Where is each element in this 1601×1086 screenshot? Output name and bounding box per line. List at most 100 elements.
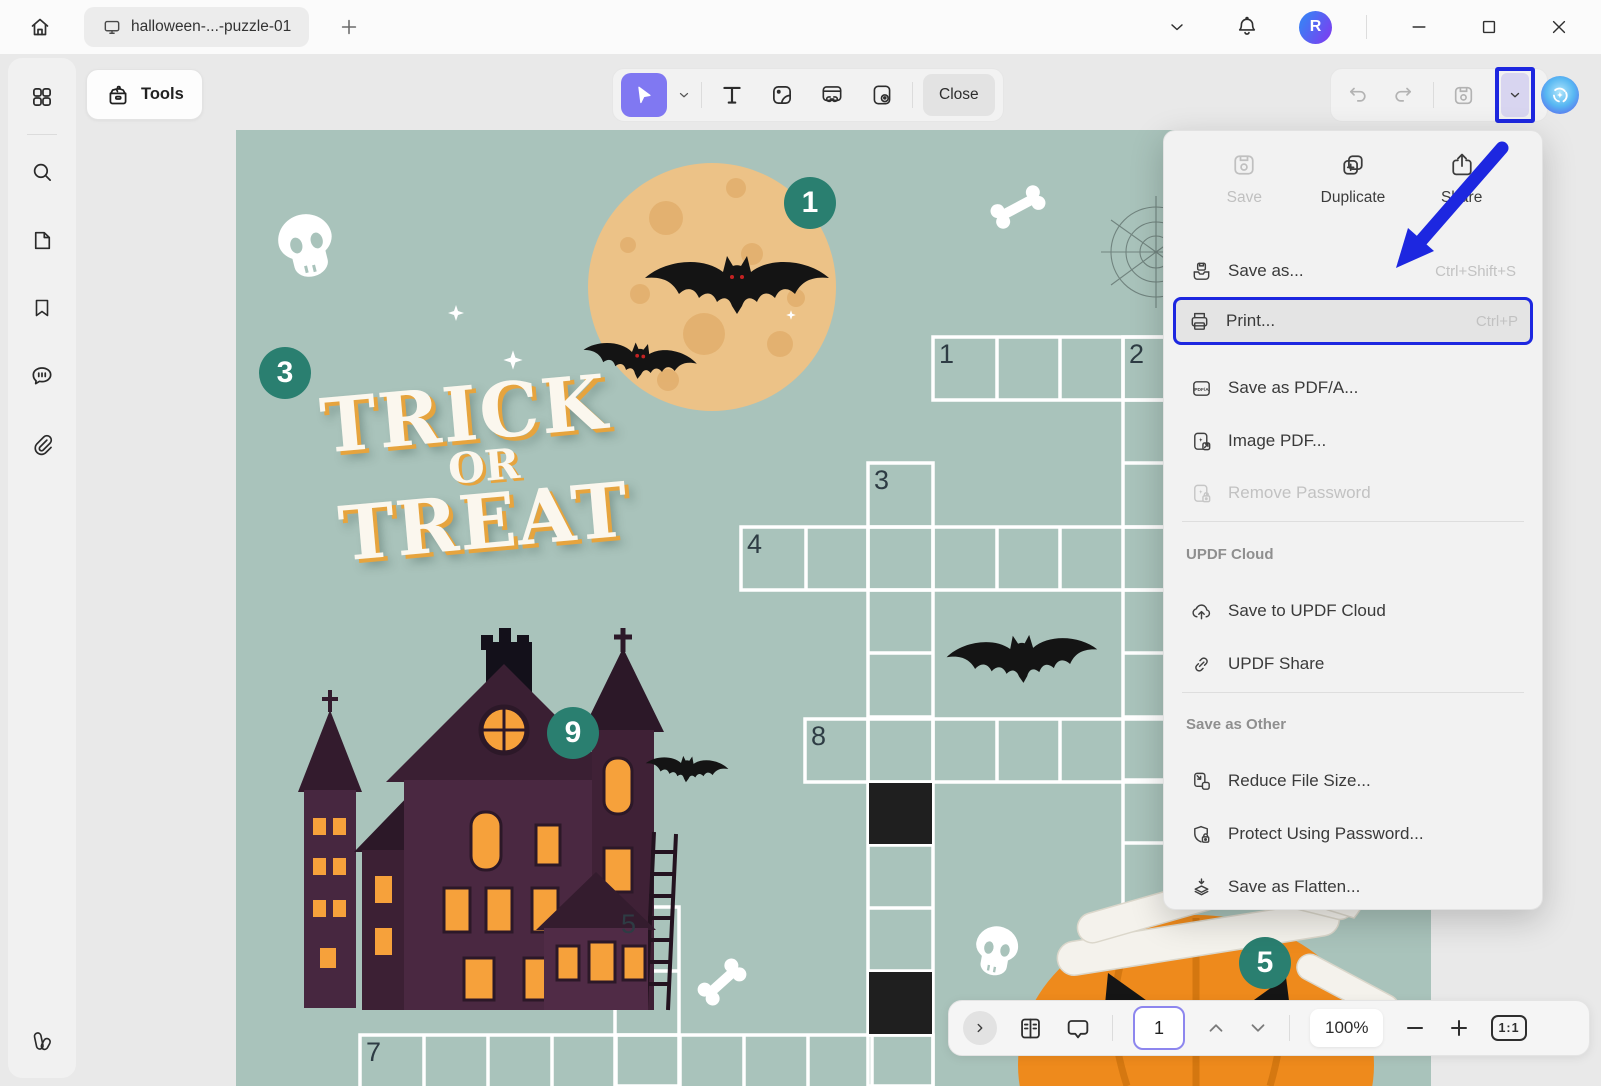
- menu-item-print[interactable]: Print... Ctrl+P: [1173, 297, 1533, 345]
- expand-statusbar-button[interactable]: [963, 1011, 997, 1045]
- save-as-icon: [1190, 260, 1213, 283]
- close-window-button[interactable]: [1541, 9, 1577, 45]
- page-thumbnails-button[interactable]: [1017, 1015, 1044, 1042]
- document-tab[interactable]: halloween-...-puzzle-01: [84, 7, 309, 47]
- sidebar-item-comments[interactable]: [23, 357, 61, 395]
- menu-item-image-pdf[interactable]: Image PDF...: [1178, 419, 1528, 463]
- titlebar-right-controls: R: [1159, 9, 1577, 45]
- menu-item-save-as-flatten[interactable]: Save as Flatten...: [1178, 865, 1528, 909]
- zoom-level[interactable]: 100%: [1310, 1009, 1383, 1047]
- presentation-mode-button[interactable]: [1064, 1014, 1092, 1042]
- toolbar-divider: [701, 82, 702, 108]
- close-label: Close: [939, 86, 979, 104]
- fit-label: 1:1: [1498, 1021, 1519, 1035]
- menu-item-label: Save to UPDF Cloud: [1228, 601, 1386, 621]
- swatches-icon: [29, 1028, 55, 1054]
- save-icon: [1451, 83, 1476, 108]
- left-sidebar: [8, 58, 76, 1078]
- plus-icon: [1447, 1016, 1471, 1040]
- ai-swirl-icon: [1547, 82, 1573, 108]
- menu-divider: [1182, 521, 1524, 522]
- action-label: Share: [1441, 189, 1482, 207]
- crossword-number: 3: [874, 465, 889, 496]
- minimize-button[interactable]: [1401, 9, 1437, 45]
- menu-item-save-as-pdfa[interactable]: PDF/A Save as PDF/A...: [1178, 366, 1528, 410]
- menu-item-label: Save as Flatten...: [1228, 877, 1360, 897]
- sidebar-item-theme-swatches[interactable]: [23, 1022, 61, 1060]
- bookmark-icon: [30, 296, 54, 320]
- chevron-down-icon: [677, 88, 691, 102]
- svg-text:PDF/A: PDF/A: [1194, 386, 1209, 392]
- menu-item-shortcut: Ctrl+Shift+S: [1435, 263, 1516, 280]
- bell-icon: [1235, 15, 1259, 39]
- actual-size-button[interactable]: 1:1: [1491, 1015, 1526, 1041]
- collapse-toolbar-button[interactable]: [1159, 9, 1195, 45]
- maximize-button[interactable]: [1471, 9, 1507, 45]
- edit-toolbar: Close: [612, 68, 1004, 122]
- action-label: Save: [1227, 189, 1262, 207]
- tools-button[interactable]: Tools: [86, 69, 203, 120]
- zoom-in-button[interactable]: [1447, 1016, 1471, 1040]
- page-pin-icon: [869, 82, 895, 108]
- menu-item-label: Print...: [1226, 311, 1275, 331]
- zoom-out-button[interactable]: [1403, 1016, 1427, 1040]
- previous-page-button[interactable]: [1205, 1017, 1227, 1039]
- home-button[interactable]: [22, 9, 58, 45]
- menu-item-reduce-file-size[interactable]: Reduce File Size...: [1178, 759, 1528, 803]
- sidebar-item-attachments[interactable]: [23, 425, 61, 463]
- undo-button[interactable]: [1343, 75, 1373, 115]
- avatar[interactable]: R: [1299, 11, 1332, 44]
- page-location-tool-button[interactable]: [862, 75, 902, 115]
- print-icon: [1188, 310, 1211, 333]
- sidebar-item-search[interactable]: [23, 153, 61, 191]
- crossword-number: 8: [811, 721, 826, 752]
- zoom-value: 100%: [1325, 1018, 1368, 1037]
- next-page-button[interactable]: [1247, 1017, 1269, 1039]
- close-edit-mode-button[interactable]: Close: [923, 74, 995, 116]
- menu-item-remove-password[interactable]: Remove Password: [1178, 471, 1528, 515]
- thumbnails-icon: [1017, 1015, 1044, 1042]
- toolbar-divider: [1433, 82, 1434, 108]
- menu-item-protect-using-password[interactable]: Protect Using Password...: [1178, 812, 1528, 856]
- select-tool-dropdown[interactable]: [677, 88, 691, 102]
- image-pdf-icon: [1190, 430, 1213, 453]
- menu-item-label: Remove Password: [1228, 483, 1371, 503]
- cursor-icon: [633, 84, 655, 106]
- menu-save-action[interactable]: Save: [1199, 151, 1289, 207]
- grid-icon: [29, 84, 55, 110]
- badge-number: 1: [802, 186, 819, 220]
- sidebar-item-thumbnails[interactable]: [23, 221, 61, 259]
- text-tool-button[interactable]: [712, 75, 752, 115]
- select-tool-button[interactable]: [621, 73, 667, 117]
- new-tab-button[interactable]: [331, 9, 367, 45]
- image-tool-button[interactable]: [762, 75, 802, 115]
- redo-button[interactable]: [1388, 75, 1418, 115]
- menu-duplicate-action[interactable]: Duplicate: [1308, 151, 1398, 207]
- crossword-number: 1: [939, 339, 954, 370]
- link-tool-icon: [819, 82, 845, 108]
- chevron-down-icon: [1247, 1017, 1269, 1039]
- status-bar: 1 100% 1:1: [948, 1000, 1590, 1056]
- search-icon: [29, 159, 55, 185]
- save-button[interactable]: [1448, 75, 1478, 115]
- menu-share-action[interactable]: Share: [1417, 151, 1507, 207]
- menu-item-label: UPDF Share: [1228, 654, 1324, 674]
- undo-icon: [1346, 83, 1370, 107]
- page-number-input[interactable]: 1: [1133, 1006, 1185, 1050]
- save-dropdown-button[interactable]: [1501, 73, 1529, 117]
- ai-assistant-button[interactable]: [1541, 76, 1579, 114]
- clue-badge: 9: [547, 707, 599, 759]
- share-icon: [1448, 151, 1476, 179]
- sidebar-item-tools-grid[interactable]: [23, 78, 61, 116]
- link-tool-button[interactable]: [812, 75, 852, 115]
- menu-item-save-to-updf-cloud[interactable]: Save to UPDF Cloud: [1178, 589, 1528, 633]
- notifications-button[interactable]: [1229, 9, 1265, 45]
- menu-item-save-as[interactable]: Save as... Ctrl+Shift+S: [1178, 249, 1528, 293]
- minus-icon: [1403, 1016, 1427, 1040]
- avatar-initial: R: [1310, 18, 1322, 36]
- menu-item-updf-share[interactable]: UPDF Share: [1178, 642, 1528, 686]
- badge-number: 5: [1257, 946, 1274, 980]
- flatten-icon: [1190, 876, 1213, 899]
- sidebar-item-bookmarks[interactable]: [23, 289, 61, 327]
- image-tool-icon: [769, 82, 795, 108]
